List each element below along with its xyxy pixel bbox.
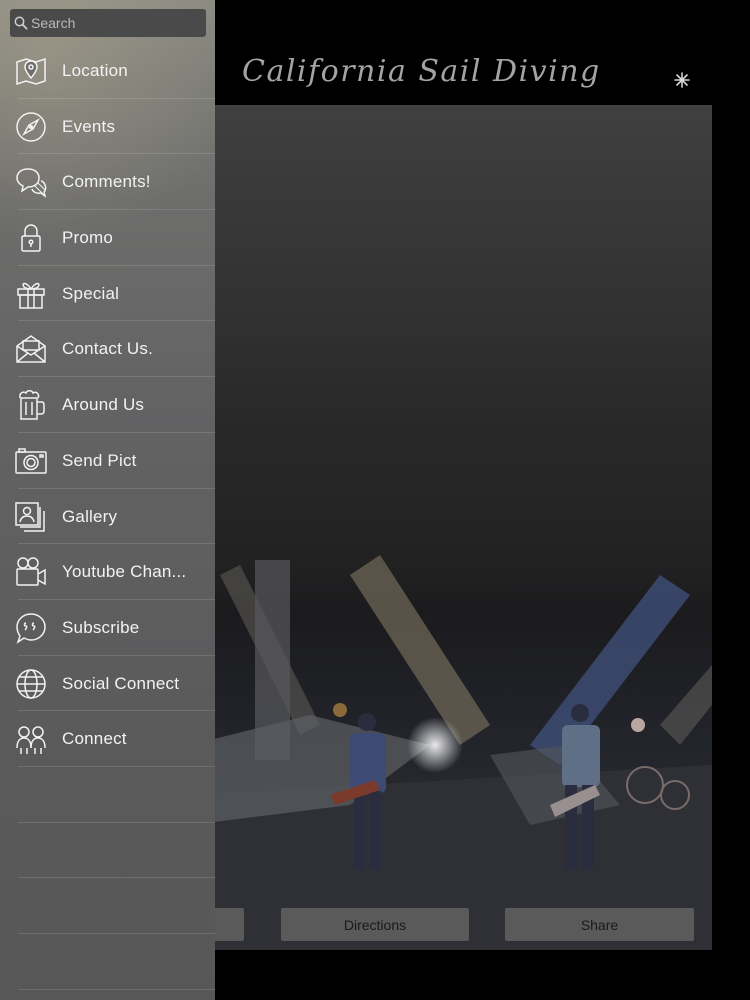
menu-item-special[interactable]: Special — [17, 266, 215, 322]
menu-item-label: Comments! — [62, 172, 151, 192]
menu-item-label: Connect — [62, 729, 127, 749]
menu-item-label: Youtube Chan... — [62, 562, 187, 582]
side-menu-drawer: Location Events — [0, 0, 215, 1000]
menu-item-subscribe[interactable]: Subscribe — [16, 600, 215, 656]
globe-icon — [14, 667, 48, 701]
menu-item-youtube-channel[interactable]: Youtube Chan... — [16, 544, 215, 600]
menu-item-contact-us[interactable]: Contact Us. — [16, 321, 215, 378]
menu-item-connect[interactable]: Connect — [16, 711, 215, 767]
menu-item-comments[interactable]: Comments! — [16, 154, 215, 211]
quote-bubble-icon — [14, 611, 48, 645]
menu-item-label: Send Pict — [62, 450, 137, 470]
beer-mug-icon — [14, 388, 48, 422]
menu-empty-row — [18, 934, 215, 990]
menu-item-send-pict[interactable]: Send Pict — [15, 433, 215, 489]
chat-bubbles-icon — [14, 165, 48, 199]
menu-empty-row — [18, 990, 215, 1000]
menu-empty-row — [18, 878, 215, 934]
envelope-icon — [14, 332, 48, 366]
menu-item-location[interactable]: Location — [16, 43, 215, 99]
compass-icon — [14, 110, 48, 144]
menu-item-label: Around Us — [62, 395, 145, 415]
menu-item-label: Location — [62, 61, 128, 80]
share-button[interactable]: Share — [505, 908, 694, 941]
people-icon — [14, 722, 48, 756]
photos-icon — [14, 500, 48, 534]
menu-item-around-us[interactable]: Around Us — [18, 377, 215, 433]
menu-item-label: Events — [62, 116, 116, 136]
menu-empty-row — [18, 823, 215, 879]
page-title: California Sail Diving — [242, 54, 601, 89]
menu-item-label: Contact Us. — [62, 339, 154, 359]
menu-empty-row — [18, 767, 215, 823]
menu-item-social-connect[interactable]: Social Connect — [16, 656, 215, 712]
menu-item-label: Gallery — [62, 506, 118, 526]
menu-item-promo[interactable]: Promo — [18, 210, 215, 266]
menu-item-label: Social Connect — [62, 673, 180, 693]
video-camera-icon — [14, 555, 48, 589]
sparkle-icon[interactable] — [670, 68, 694, 92]
menu-item-events[interactable]: Events — [16, 99, 215, 155]
map-pin-icon — [14, 54, 48, 88]
menu-item-label: Subscribe — [62, 617, 140, 637]
camera-icon — [14, 444, 48, 478]
search-input[interactable] — [31, 15, 201, 31]
directions-button[interactable]: Directions — [281, 908, 469, 941]
lock-icon — [14, 221, 48, 255]
menu-item-label: Special — [62, 283, 120, 303]
search-icon — [14, 16, 28, 30]
menu-list: Location Events Comments! Promo Special … — [0, 43, 215, 1000]
menu-item-gallery[interactable]: Gallery — [15, 489, 215, 545]
menu-item-label: Promo — [62, 228, 114, 248]
search-bar[interactable] — [10, 9, 206, 37]
hero-image — [190, 105, 712, 950]
gift-icon — [14, 277, 48, 311]
